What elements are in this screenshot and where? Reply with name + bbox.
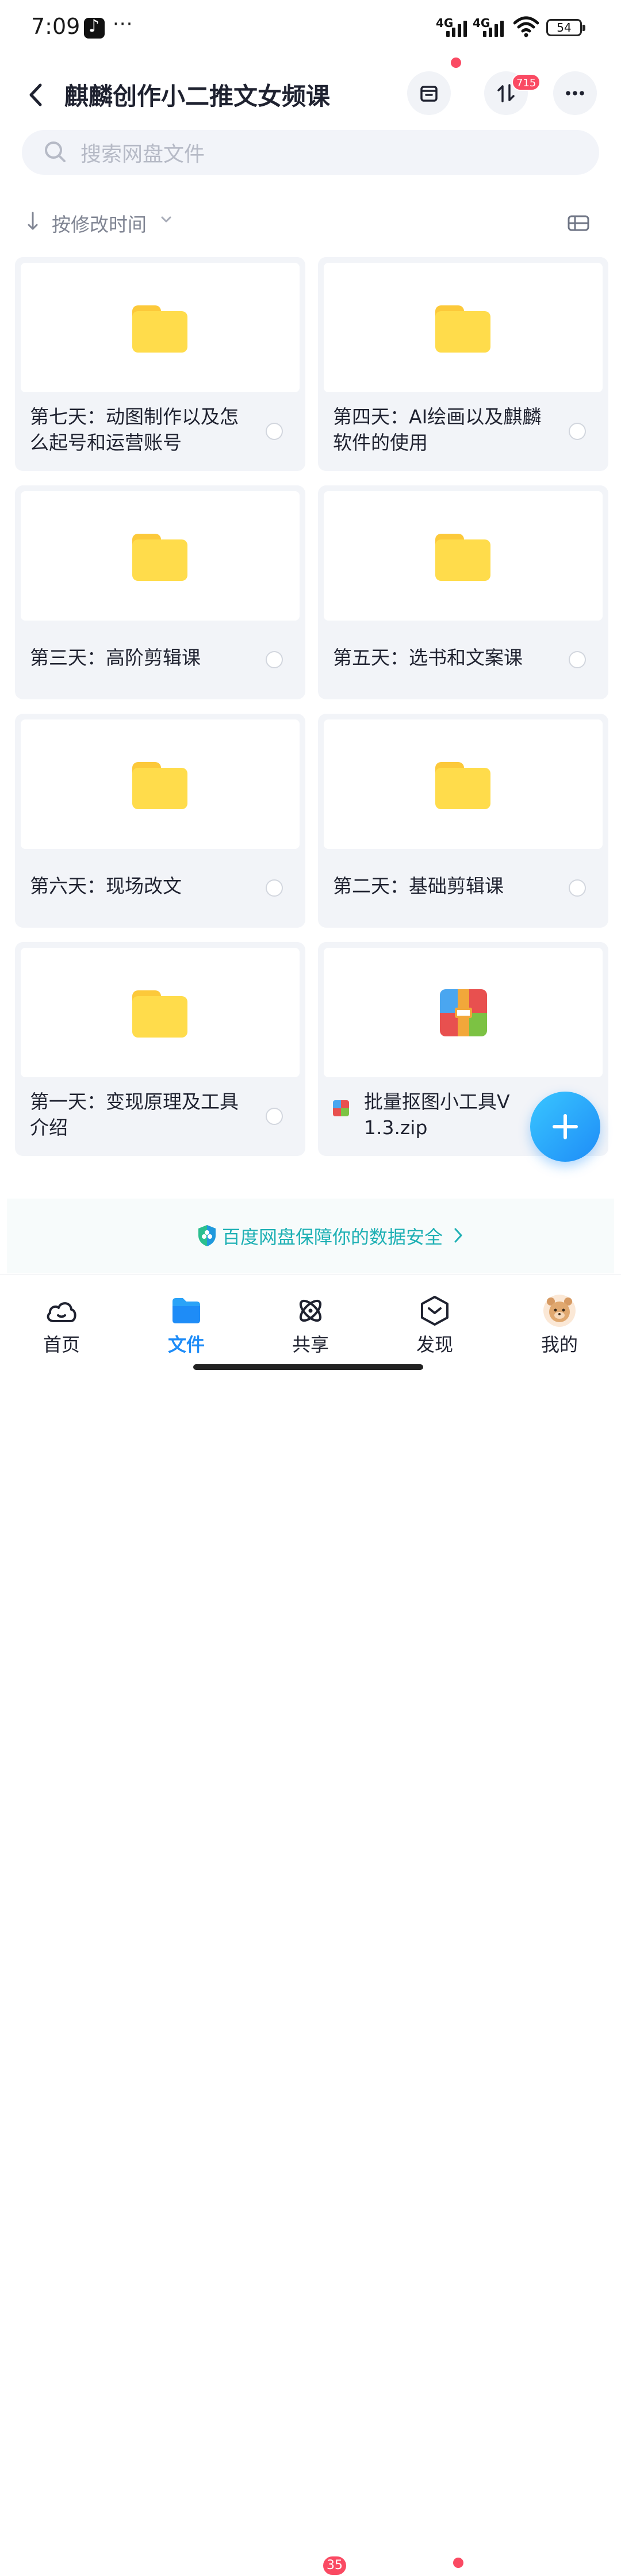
- home-indicator: [193, 1364, 423, 1370]
- add-button[interactable]: [530, 1092, 600, 1162]
- orbit-icon: [299, 1299, 322, 1322]
- select-radio[interactable]: [569, 651, 586, 668]
- folder-icon: [132, 534, 187, 581]
- file-name: 第七天：动图制作以及怎么起号和运营账号: [30, 405, 239, 454]
- file-name: 第三天：高阶剪辑课: [30, 646, 201, 669]
- file-name: 第二天：基础剪辑课: [333, 875, 504, 897]
- search-placeholder: 搜索网盘文件: [80, 143, 205, 166]
- status-time: 7:09: [31, 14, 80, 39]
- notification-dot: [451, 58, 461, 68]
- folder-icon: [132, 990, 187, 1038]
- nav-label: 发现: [416, 1334, 453, 1356]
- status-bar: 7:09 ··· 4G 4G 54: [0, 0, 621, 58]
- folder-thumbnail: [21, 263, 300, 392]
- file-name: 批量抠图小工具V1.3.zip: [364, 1090, 510, 1139]
- zip-file-icon: [333, 1100, 349, 1116]
- select-radio[interactable]: [569, 423, 586, 440]
- more-options-button[interactable]: [553, 71, 597, 115]
- file-name: 第六天：现场改文: [30, 875, 182, 897]
- search-input[interactable]: 搜索网盘文件: [22, 130, 599, 175]
- more-notifications-icon: ···: [113, 13, 133, 36]
- security-text: 百度网盘保障你的数据安全: [222, 1226, 443, 1248]
- select-radio[interactable]: [266, 1108, 283, 1125]
- folder-thumbnail: [324, 491, 603, 621]
- cube-icon: [421, 1296, 448, 1326]
- nav-item-files[interactable]: 文件: [135, 1275, 238, 1356]
- shield-icon: [198, 1225, 216, 1246]
- folder-card[interactable]: 第六天：现场改文: [15, 714, 305, 928]
- nav-item-share[interactable]: 共享: [259, 1275, 362, 1356]
- nav-label: 我的: [540, 1334, 578, 1356]
- chevron-right-icon: [454, 1228, 462, 1243]
- share-count-badge: 35: [322, 2555, 347, 2576]
- folder-thumbnail: [324, 719, 603, 849]
- nav-item-discover[interactable]: 发现: [383, 1275, 486, 1356]
- folder-thumbnail: [324, 263, 603, 392]
- zip-archive-icon: [440, 989, 487, 1036]
- folder-card[interactable]: 第二天：基础剪辑课: [318, 714, 608, 928]
- folder-icon: [132, 762, 187, 809]
- folder-icon: [435, 305, 490, 353]
- tiktok-notification-icon: [84, 16, 105, 39]
- search-icon: [45, 141, 66, 162]
- box-icon: [420, 86, 438, 102]
- select-radio[interactable]: [569, 879, 586, 897]
- avatar: [543, 1295, 576, 1327]
- nav-item-home[interactable]: 首页: [10, 1275, 113, 1356]
- signal-icon: 4G: [473, 16, 511, 37]
- file-name: 第一天：变现原理及工具介绍: [30, 1090, 239, 1139]
- nav-label: 首页: [43, 1334, 80, 1356]
- discover-notification-dot: [453, 2558, 463, 2568]
- select-radio[interactable]: [266, 651, 283, 668]
- back-icon[interactable]: [25, 81, 48, 109]
- wifi-icon: [513, 16, 539, 37]
- header: 麒麟创作小二推文女频课 715: [0, 58, 621, 127]
- nav-label: 共享: [292, 1334, 329, 1356]
- sort-label: 按修改时间: [52, 213, 147, 236]
- folder-thumbnail: [21, 491, 300, 621]
- folder-card[interactable]: 第四天：AI绘画以及麒麟软件的使用: [318, 257, 608, 471]
- file-name: 第四天：AI绘画以及麒麟软件的使用: [333, 405, 542, 454]
- collection-button[interactable]: [407, 71, 451, 115]
- view-mode-icon[interactable]: [567, 214, 590, 232]
- folder-thumbnail: [21, 948, 300, 1077]
- file-name: 第五天：选书和文案课: [333, 646, 523, 669]
- select-radio[interactable]: [266, 423, 283, 440]
- sort-arrow-icon: [28, 212, 38, 230]
- page-title: 麒麟创作小二推文女频课: [64, 82, 331, 110]
- nav-item-profile[interactable]: 我的: [508, 1275, 611, 1356]
- folder-card[interactable]: 第五天：选书和文案课: [318, 485, 608, 699]
- chevron-down-icon: [161, 216, 171, 223]
- security-banner[interactable]: 百度网盘保障你的数据安全: [7, 1199, 614, 1273]
- cloud-icon: [47, 1302, 76, 1322]
- battery-indicator: 54: [546, 19, 585, 36]
- folder-icon: [435, 762, 490, 809]
- folder-card[interactable]: 第一天：变现原理及工具介绍: [15, 942, 305, 1156]
- signal-icon: 4G: [436, 16, 474, 37]
- transfer-count-badge: 715: [512, 74, 541, 91]
- zip-thumbnail: [324, 948, 603, 1077]
- select-radio[interactable]: [266, 879, 283, 897]
- folder-icon: [172, 1298, 200, 1323]
- folder-icon: [132, 305, 187, 353]
- folder-icon: [435, 534, 490, 581]
- folder-card[interactable]: 第三天：高阶剪辑课: [15, 485, 305, 699]
- nav-label: 文件: [167, 1334, 205, 1356]
- folder-card[interactable]: 第七天：动图制作以及怎么起号和运营账号: [15, 257, 305, 471]
- folder-thumbnail: [21, 719, 300, 849]
- more-icon: [566, 91, 584, 95]
